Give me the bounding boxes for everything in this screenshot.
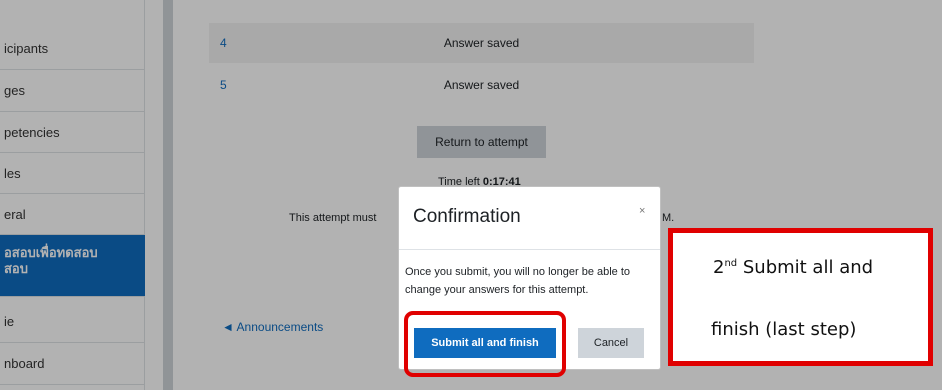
dialog-title: Confirmation [413,206,521,227]
callout-ordinal-suffix: nd [724,258,738,269]
callout-line-1: 2nd Submit all and [713,257,873,278]
dialog-divider [399,249,660,250]
callout-text-1: Submit all and [737,257,874,278]
callout-ordinal: 2 [713,257,725,278]
annotation-highlight-box [404,311,566,377]
annotation-callout: 2nd Submit all and finish (last step) [668,228,933,366]
dialog-body: Once you submit, you will no longer be a… [405,266,631,296]
cancel-button[interactable]: Cancel [578,328,644,358]
close-icon[interactable]: × [639,205,645,217]
callout-line-2: finish (last step) [711,319,857,340]
